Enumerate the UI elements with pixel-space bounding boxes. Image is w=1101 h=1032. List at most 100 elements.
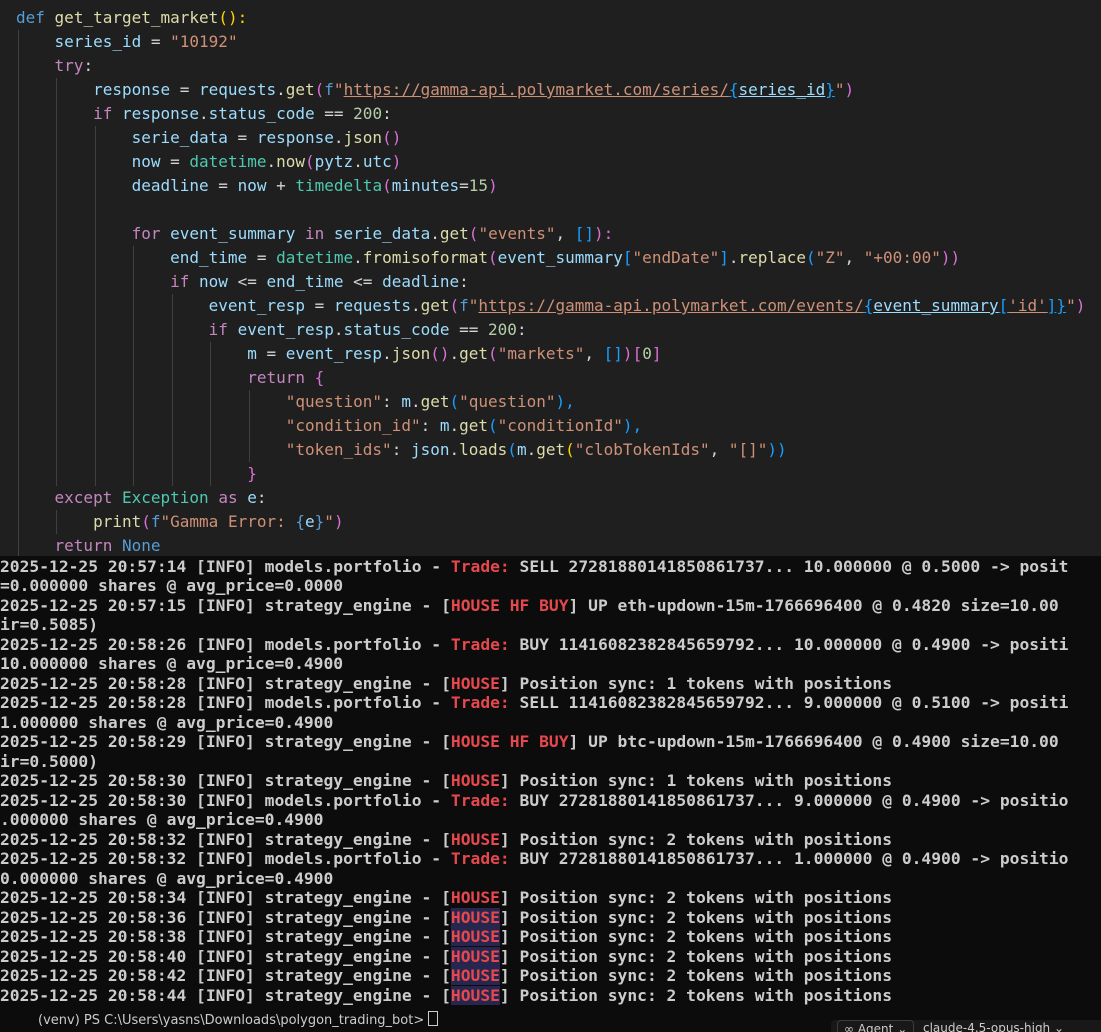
code-token: ) bbox=[844, 80, 855, 99]
code-token: "clobTokenIds" bbox=[574, 440, 710, 459]
code-token: "Z" bbox=[815, 248, 845, 267]
log-text: 10.000000 shares @ avg_price=0.4900 bbox=[0, 654, 344, 673]
code-token: event_summary bbox=[873, 296, 999, 315]
code-token: = bbox=[247, 248, 277, 267]
terminal-line: 2025-12-25 20:58:32 [INFO] strategy_engi… bbox=[0, 830, 892, 850]
code-token: ( bbox=[507, 440, 517, 459]
code-token: } bbox=[314, 512, 325, 531]
code-token: == bbox=[449, 320, 489, 339]
code-line: except Exception as e: bbox=[16, 486, 267, 510]
code-token: ) bbox=[391, 152, 402, 171]
terminal-line: 1.000000 shares @ avg_price=0.4900 bbox=[0, 713, 333, 733]
terminal-line: .000000 shares @ avg_price=0.4900 bbox=[0, 810, 323, 830]
code-token: ) bbox=[488, 176, 498, 195]
log-text: =0.000000 shares @ avg_price=0.0000 bbox=[0, 576, 344, 595]
log-tag: HOUSE bbox=[450, 888, 500, 907]
code-token: "+00:00" bbox=[863, 248, 941, 267]
terminal-prompt[interactable]: (venv) PS C:\Users\yasns\Downloads\polyg… bbox=[38, 1011, 439, 1028]
code-token: "[]" bbox=[728, 440, 768, 459]
log-text: .000000 shares @ avg_price=0.4900 bbox=[0, 810, 324, 829]
log-text: BUY 11416082382845659792... 10.000000 @ … bbox=[509, 634, 1069, 654]
code-line: serie_data = response.json() bbox=[16, 126, 402, 150]
code-token: [ bbox=[632, 344, 643, 363]
code-line: try: bbox=[16, 54, 94, 78]
code-token: event_summary bbox=[170, 224, 296, 243]
code-token: ( bbox=[565, 440, 575, 459]
terminal-line: ir=0.5000) bbox=[0, 752, 98, 772]
code-token: : bbox=[516, 320, 527, 339]
code-token: datetime bbox=[276, 248, 354, 267]
code-token: . bbox=[266, 152, 277, 171]
chevron-down-icon: ⌄ bbox=[897, 1022, 908, 1032]
code-token: for bbox=[131, 224, 161, 243]
code-token: ( bbox=[449, 296, 460, 315]
code-token: "markets" bbox=[497, 344, 585, 363]
code-token: . bbox=[728, 248, 739, 267]
terminal-line: 2025-12-25 20:58:28 [INFO] strategy_engi… bbox=[0, 674, 892, 694]
code-token: response bbox=[121, 104, 200, 123]
log-text: 2025-12-25 20:58:42 [INFO] strategy_engi… bbox=[0, 966, 451, 985]
log-text: 2025-12-25 20:58:28 [INFO] models.portfo… bbox=[0, 693, 451, 712]
code-token: , bbox=[584, 344, 604, 363]
terminal-line: 2025-12-25 20:58:36 [INFO] strategy_engi… bbox=[0, 907, 892, 928]
terminal-line: 2025-12-25 20:58:30 [INFO] strategy_engi… bbox=[0, 771, 892, 791]
model-selector[interactable]: claude-4.5-opus-high ⌄ bbox=[923, 1020, 1064, 1032]
code-token: f bbox=[459, 296, 469, 315]
code-token: ), bbox=[622, 416, 643, 435]
code-token: = bbox=[227, 128, 257, 147]
log-tag: Trade: bbox=[450, 556, 510, 576]
log-text: 2025-12-25 20:58:34 [INFO] strategy_engi… bbox=[0, 888, 451, 907]
code-token: } bbox=[247, 464, 257, 483]
code-token: m bbox=[401, 392, 411, 411]
code-token: event_resp bbox=[285, 344, 383, 363]
terminal-line: 2025-12-25 20:58:40 [INFO] strategy_engi… bbox=[0, 946, 892, 967]
log-tag: HOUSE bbox=[450, 771, 500, 790]
terminal-line: 2025-12-25 20:57:15 [INFO] strategy_engi… bbox=[0, 596, 1059, 616]
code-token: : bbox=[83, 56, 94, 75]
terminal-panel[interactable]: 2025-12-25 20:57:14 [INFO] models.portfo… bbox=[0, 556, 1101, 1032]
code-token: timedelta bbox=[295, 176, 383, 195]
terminal-line: 2025-12-25 20:58:34 [INFO] strategy_engi… bbox=[0, 888, 892, 908]
code-token: . bbox=[410, 296, 421, 315]
code-token: as bbox=[218, 488, 238, 507]
log-text: BUY 27281880141850861737... 9.000000 @ 0… bbox=[509, 790, 1069, 810]
code-token: replace bbox=[738, 248, 806, 267]
code-token: event_resp bbox=[237, 320, 334, 339]
code-token: () bbox=[382, 128, 402, 147]
code-token: status_code bbox=[343, 320, 450, 339]
code-token: get bbox=[459, 344, 489, 363]
code-token: , bbox=[709, 440, 729, 459]
code-line: return None bbox=[16, 534, 161, 556]
terminal-line: 2025-12-25 20:58:29 [INFO] strategy_engi… bbox=[0, 732, 1059, 752]
agent-status-bar: ∞ Agent ⌄ claude-4.5-opus-high ⌄ bbox=[831, 1020, 1101, 1032]
code-editor[interactable]: def get_target_market(): series_id = "10… bbox=[0, 0, 1101, 556]
code-token: . bbox=[382, 344, 392, 363]
code-token: " bbox=[834, 80, 845, 99]
code-token: series_id bbox=[738, 80, 826, 99]
log-text: ] Position sync: 2 tokens with positions bbox=[499, 985, 893, 1005]
log-tag: HOUSE bbox=[450, 946, 500, 966]
code-token: : bbox=[459, 272, 469, 291]
code-token: ( bbox=[141, 512, 151, 531]
agent-mode-button[interactable]: ∞ Agent ⌄ bbox=[837, 1020, 915, 1032]
code-token: . bbox=[276, 80, 286, 99]
code-token: { bbox=[863, 296, 874, 315]
terminal-line: 2025-12-25 20:58:42 [INFO] strategy_engi… bbox=[0, 966, 892, 986]
code-token: get bbox=[420, 392, 450, 411]
log-text: 2025-12-25 20:58:40 [INFO] strategy_engi… bbox=[0, 946, 451, 966]
code-line: end_time = datetime.fromisoformat(event_… bbox=[16, 246, 960, 270]
code-line: } bbox=[16, 462, 257, 486]
log-text: 2025-12-25 20:58:26 [INFO] models.portfo… bbox=[0, 634, 451, 654]
